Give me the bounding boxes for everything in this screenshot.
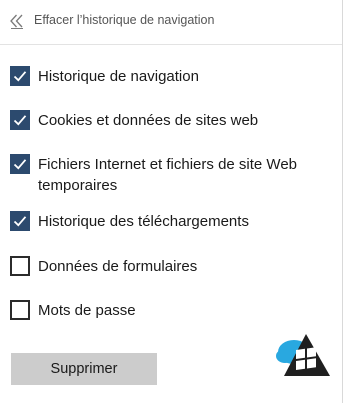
- clear-history-panel: Effacer l’historique de navigation Histo…: [0, 0, 343, 403]
- option-label: Historique des téléchargements: [38, 213, 249, 230]
- windows-flag-logo-icon: [276, 334, 330, 376]
- checkbox[interactable]: [10, 256, 30, 276]
- panel-title: Effacer l’historique de navigation: [34, 13, 215, 27]
- option-form-data[interactable]: Données de formulaires: [10, 256, 328, 277]
- option-label: Historique de navigation: [38, 68, 199, 85]
- checkbox[interactable]: [10, 66, 30, 86]
- panel-header: Effacer l’historique de navigation: [0, 0, 342, 45]
- option-label: Mots de passe: [38, 302, 136, 319]
- option-label: Cookies et données de sites web: [38, 112, 259, 129]
- checkmark-icon: [13, 159, 27, 170]
- checkmark-icon: [13, 115, 27, 126]
- option-passwords[interactable]: Mots de passe: [10, 300, 328, 321]
- option-label: Fichiers Internet et fichiers de site We…: [38, 156, 297, 194]
- checkbox[interactable]: [10, 154, 30, 174]
- checkbox[interactable]: [10, 211, 30, 231]
- option-browsing-history[interactable]: Historique de navigation: [10, 66, 328, 87]
- checkmark-icon: [13, 71, 27, 82]
- checkbox[interactable]: [10, 110, 30, 130]
- option-download-history[interactable]: Historique des téléchargements: [10, 211, 328, 232]
- delete-button[interactable]: Supprimer: [11, 353, 157, 385]
- option-label: Données de formulaires: [38, 258, 198, 275]
- option-temporary-files[interactable]: Fichiers Internet et fichiers de site We…: [10, 154, 328, 196]
- option-cookies[interactable]: Cookies et données de sites web: [10, 110, 328, 131]
- checkmark-icon: [13, 216, 27, 227]
- checkbox[interactable]: [10, 300, 30, 320]
- double-chevron-left-icon[interactable]: [9, 13, 25, 29]
